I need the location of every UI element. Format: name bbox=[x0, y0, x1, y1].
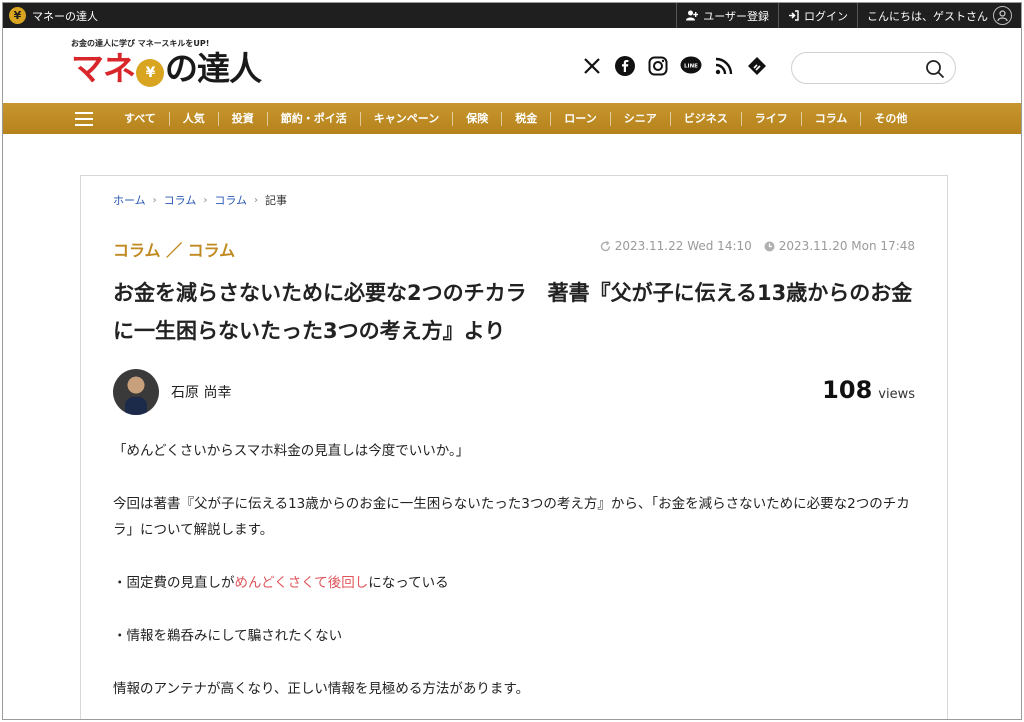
paragraph: 今回は著書『父が子に伝える13歳からのお金に一生困らないたった3つの考え方』から… bbox=[113, 496, 910, 538]
bullet-text: になっている bbox=[368, 575, 449, 591]
view-counter: 108 views bbox=[822, 376, 915, 404]
nav-item[interactable]: その他 bbox=[860, 111, 920, 126]
nav-item[interactable]: ローン bbox=[550, 111, 609, 126]
logo-part1: マネ bbox=[71, 49, 136, 88]
views-label: views bbox=[878, 387, 915, 402]
paragraph: 情報のアンテナが高くなり、正しい情報を見極める方法があります。 bbox=[113, 681, 530, 697]
logo-part2: の達人 bbox=[165, 49, 262, 88]
bullet-text: ・固定費の見直しが bbox=[113, 575, 235, 591]
svg-text:LINE: LINE bbox=[684, 64, 698, 70]
author-block[interactable]: 石原 尚幸 bbox=[113, 369, 231, 415]
search-icon[interactable] bbox=[925, 59, 945, 79]
login-icon bbox=[789, 10, 799, 21]
topbar-site-name: マネーの達人 bbox=[32, 9, 98, 23]
views-count: 108 bbox=[822, 376, 873, 404]
topbar-brand[interactable]: ¥ マネーの達人 bbox=[9, 7, 98, 24]
nav-item[interactable]: コラム bbox=[800, 111, 861, 126]
paragraph: 「めんどくさいからスマホ料金の見直しは今度でいいか。」 bbox=[113, 443, 470, 459]
nav-item[interactable]: ビジネス bbox=[669, 111, 741, 126]
chevron-right-icon: › bbox=[203, 194, 208, 206]
login-link[interactable]: ログイン bbox=[778, 3, 857, 28]
user-plus-icon bbox=[686, 10, 699, 21]
author-avatar[interactable] bbox=[113, 369, 159, 415]
topbar-account-links: ユーザー登録 ログイン こんにちは、ゲストさん bbox=[676, 3, 1021, 28]
logo-wordmark: マネ ¥ の達人 bbox=[71, 49, 262, 89]
site-logo[interactable]: お金の達人に学び マネースキルをUP! マネ ¥ の達人 bbox=[71, 38, 262, 96]
clock-icon bbox=[764, 241, 775, 251]
login-label: ログイン bbox=[804, 9, 848, 23]
guest-avatar-icon bbox=[993, 6, 1012, 25]
nav-item[interactable]: 人気 bbox=[168, 111, 218, 126]
breadcrumb-home[interactable]: ホーム bbox=[113, 192, 146, 208]
register-link[interactable]: ユーザー登録 bbox=[676, 3, 778, 28]
x-icon[interactable] bbox=[581, 55, 603, 77]
nav-item[interactable]: シニア bbox=[609, 111, 670, 126]
breadcrumb: ホーム › コラム › コラム › 記事 bbox=[113, 192, 287, 208]
article-card: ホーム › コラム › コラム › 記事 コラム ／ コラム 2023.11.2… bbox=[80, 175, 948, 719]
hamburger-menu-icon[interactable] bbox=[75, 111, 93, 126]
rss-icon[interactable] bbox=[713, 55, 735, 77]
yen-icon: ¥ bbox=[9, 7, 26, 24]
article-dates: 2023.11.22 Wed 14:10 2023.11.20 Mon 17:4… bbox=[600, 239, 915, 253]
nav-item[interactable]: 税金 bbox=[501, 111, 550, 126]
nav-item[interactable]: 節約・ポイ活 bbox=[266, 111, 360, 126]
logo-coin-icon: ¥ bbox=[136, 59, 164, 87]
author-name[interactable]: 石原 尚幸 bbox=[171, 382, 231, 402]
nav-item[interactable]: すべて bbox=[111, 112, 169, 126]
register-label: ユーザー登録 bbox=[703, 9, 769, 23]
breadcrumb-category[interactable]: コラム bbox=[164, 192, 197, 208]
category-nav: すべて 人気 投資 節約・ポイ活 キャンペーン 保険 税金 ローン シニア ビジネス ライフ コラムそ… bbox=[3, 103, 1021, 134]
logo-tagline: お金の達人に学び マネースキルをUP! bbox=[71, 39, 210, 48]
article-category[interactable]: コラム ／ コラム bbox=[113, 237, 235, 261]
highlight-text: めんどくさくて後回し bbox=[234, 575, 369, 591]
refresh-icon bbox=[600, 240, 610, 251]
bullet-item: ・情報を鵜呑みにして騙されたくない bbox=[113, 628, 343, 644]
updated-date: 2023.11.22 Wed 14:10 bbox=[600, 239, 752, 253]
updated-date-text: 2023.11.22 Wed 14:10 bbox=[614, 239, 752, 253]
greeting-text: こんにちは、ゲストさん bbox=[867, 9, 988, 23]
chevron-right-icon: › bbox=[152, 194, 157, 206]
guest-greeting[interactable]: こんにちは、ゲストさん bbox=[857, 3, 1021, 28]
breadcrumb-current: 記事 bbox=[265, 194, 288, 207]
published-date: 2023.11.20 Mon 17:48 bbox=[764, 239, 915, 253]
article-body: 「めんどくさいからスマホ料金の見直しは今度でいいか。」 今回は著書『父が子に伝え… bbox=[113, 438, 923, 702]
nav-item[interactable]: 投資 bbox=[217, 111, 267, 126]
search-box bbox=[791, 52, 956, 84]
site-header: お金の達人に学び マネースキルをUP! マネ ¥ の達人 LINE bbox=[3, 28, 1021, 103]
top-bar: ¥ マネーの達人 ユーザー登録 ログイン こんにちは、ゲストさん bbox=[3, 3, 1021, 28]
bullet-item: ・固定費の見直しがめんどくさくて後回しになっている bbox=[113, 570, 923, 596]
nav-item[interactable]: 保険 bbox=[452, 111, 501, 126]
facebook-icon[interactable] bbox=[614, 55, 636, 77]
chevron-right-icon: › bbox=[254, 194, 259, 206]
line-icon[interactable]: LINE bbox=[680, 55, 702, 77]
breadcrumb-subcategory[interactable]: コラム bbox=[214, 192, 247, 208]
feedly-icon[interactable] bbox=[746, 55, 768, 77]
published-date-text: 2023.11.20 Mon 17:48 bbox=[778, 239, 915, 253]
nav-item[interactable]: キャンペーン bbox=[359, 111, 452, 126]
search-input[interactable] bbox=[806, 59, 921, 77]
social-links: LINE bbox=[581, 55, 768, 77]
nav-item[interactable]: ライフ bbox=[740, 111, 801, 126]
article-title: お金を減らさないために必要な2つのチカラ 著書『父が子に伝える13歳からのお金に… bbox=[113, 281, 913, 343]
browser-frame: ¥ マネーの達人 ユーザー登録 ログイン こんにちは、ゲストさん お金の達人に学… bbox=[2, 2, 1022, 720]
instagram-icon[interactable] bbox=[647, 55, 669, 77]
